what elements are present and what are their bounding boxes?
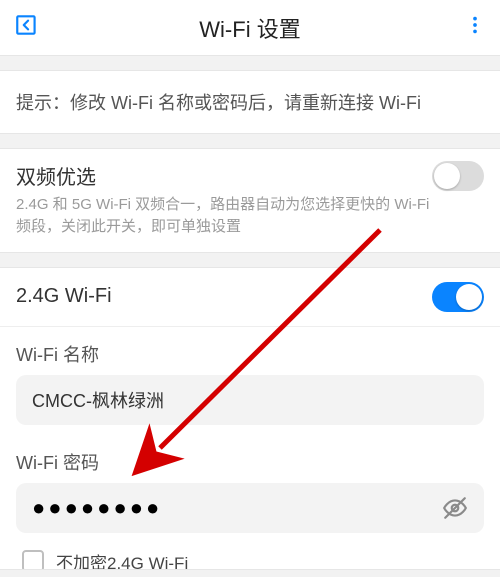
dualband-section: 双频优选 2.4G 和 5G Wi-Fi 双频合一，路由器自动为您选择更快的 W… [0,148,500,253]
toggle-password-visibility-icon[interactable] [434,495,468,521]
wifi24-section: 2.4G Wi-Fi Wi-Fi 名称 CMCC-枫林绿洲 Wi-Fi 密码 ●… [0,267,500,577]
dualband-subtitle: 2.4G 和 5G Wi-Fi 双频合一，路由器自动为您选择更快的 Wi-Fi … [16,194,432,238]
wifi-name-label: Wi-Fi 名称 [0,327,500,375]
wifi-password-label: Wi-Fi 密码 [0,431,500,483]
page-title: Wi-Fi 设置 [54,12,446,44]
tip-text: 提示：修改 Wi-Fi 名称或密码后，请重新连接 Wi-Fi [0,70,500,134]
back-icon[interactable] [14,12,40,43]
wifi-name-input[interactable]: CMCC-枫林绿洲 [16,375,484,425]
dualband-title: 双频优选 [16,161,432,190]
wifi-password-input[interactable]: ●●●●●●●● [16,483,484,533]
wifi24-title: 2.4G Wi-Fi [16,285,432,308]
wifi-name-value: CMCC-枫林绿洲 [32,387,468,413]
more-icon[interactable] [464,14,486,41]
wifi-settings-page: Wi-Fi 设置 提示：修改 Wi-Fi 名称或密码后，请重新连接 Wi-Fi … [0,0,500,577]
header-bar: Wi-Fi 设置 [0,0,500,56]
wifi24-switch[interactable] [432,282,484,312]
dualband-switch[interactable] [432,161,484,191]
wifi-password-value: ●●●●●●●● [32,495,434,521]
